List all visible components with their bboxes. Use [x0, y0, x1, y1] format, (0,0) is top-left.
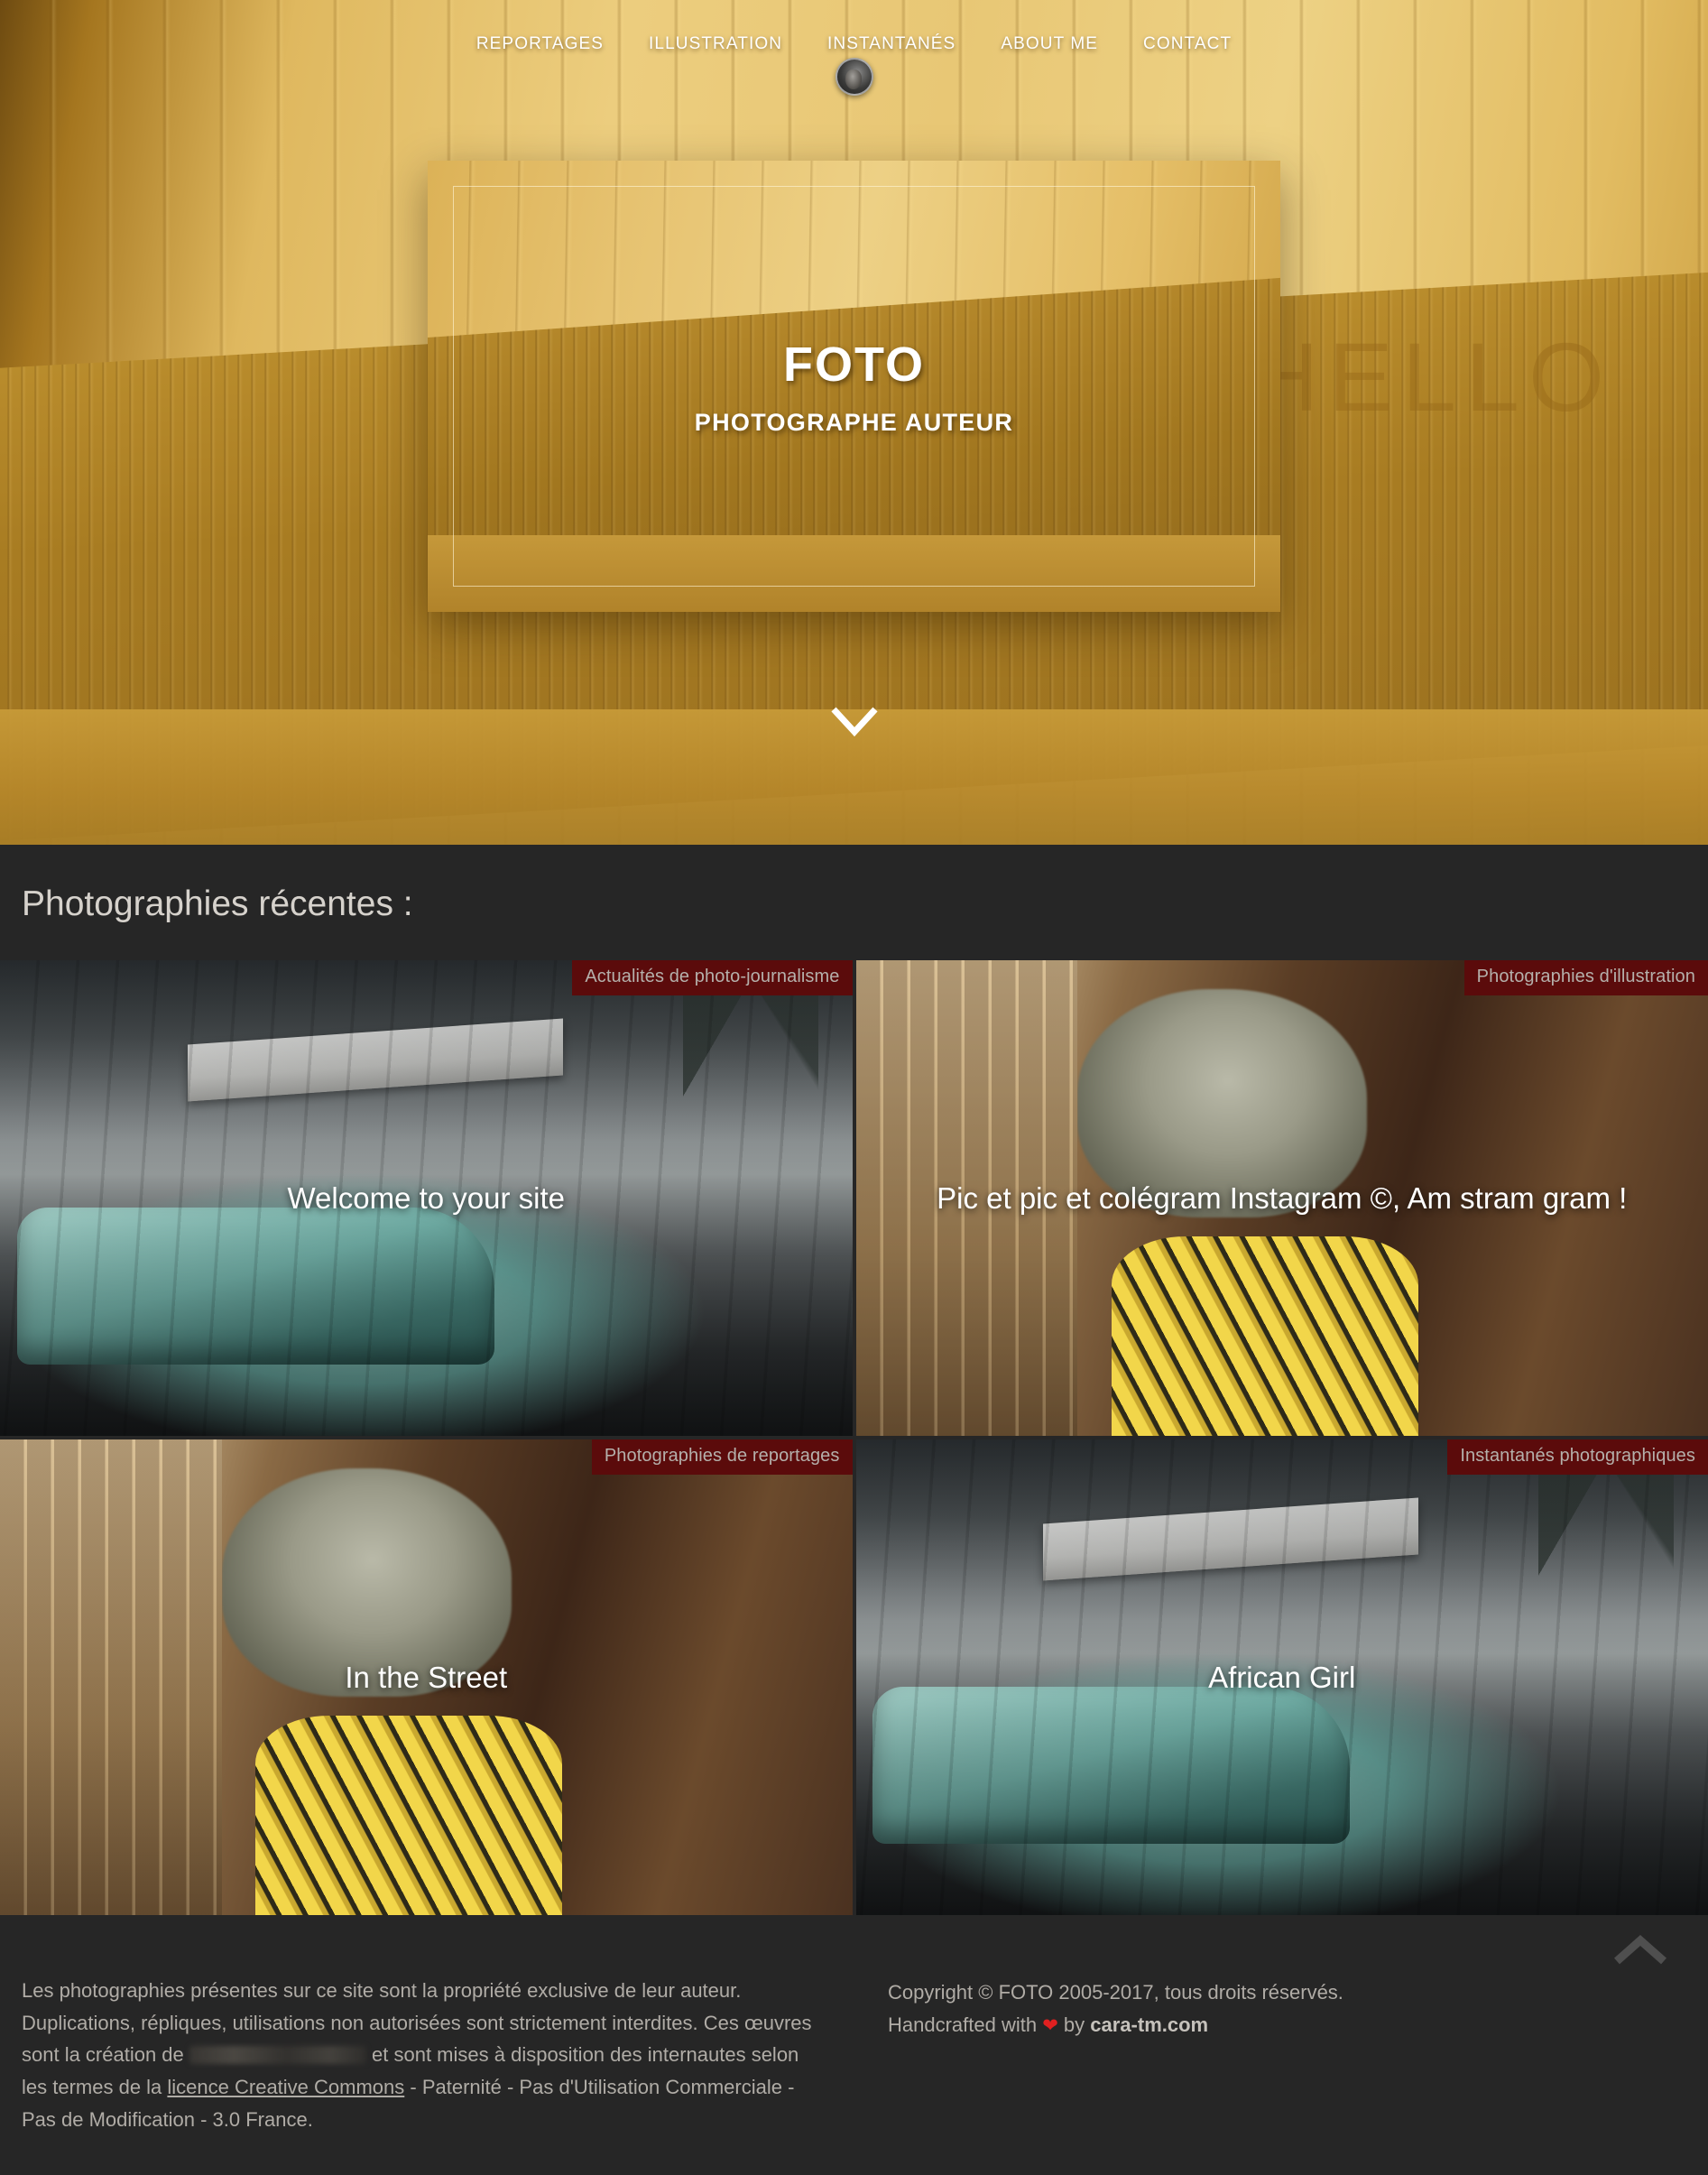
- site-subtitle: PHOTOGRAPHE AUTEUR: [695, 409, 1013, 437]
- nav-item-reportages[interactable]: REPORTAGES: [476, 34, 604, 54]
- decor-umbrella: [1043, 1498, 1418, 1581]
- gallery-tile-african-girl[interactable]: Instantanés photographiques African Girl: [856, 1439, 1708, 1915]
- gallery-grid: Actualités de photo-journalisme Welcome …: [0, 960, 1708, 1915]
- nav-item-about-me[interactable]: ABOUT ME: [1001, 34, 1098, 54]
- gallery-tile-instagram[interactable]: Photographies d'illustration Pic et pic …: [856, 960, 1708, 1436]
- tile-title: Pic et pic et colégram Instagram ©, Am s…: [856, 1181, 1708, 1216]
- tile-category-badge[interactable]: Actualités de photo-journalisme: [572, 960, 852, 995]
- redacted-author-name: [189, 2046, 366, 2064]
- tile-title: Welcome to your site: [0, 1181, 853, 1216]
- nav-item-instantanes[interactable]: INSTANTANÉS: [827, 34, 956, 54]
- handcrafted-prefix: Handcrafted with: [888, 2013, 1042, 2036]
- creative-commons-link[interactable]: licence Creative Commons: [167, 2076, 404, 2098]
- scroll-down-chevron-icon[interactable]: [829, 704, 880, 745]
- handcrafted-mid: by: [1058, 2013, 1090, 2036]
- site-footer: Les photographies présentes sur ce site …: [0, 1915, 1708, 2175]
- tile-category-badge[interactable]: Photographies d'illustration: [1464, 960, 1708, 995]
- hero-section: HELLO HELLO REPORTAGES ILLUSTRATION INST…: [0, 0, 1708, 845]
- gallery-tile-welcome[interactable]: Actualités de photo-journalisme Welcome …: [0, 960, 853, 1436]
- nav-item-illustration[interactable]: ILLUSTRATION: [649, 34, 782, 54]
- wall-text-hello-large: HELLO: [1249, 320, 1613, 433]
- footer-legal-column: Les photographies présentes sur ce site …: [22, 1975, 816, 2135]
- handcrafted-line: Handcrafted with ❤ by cara-tm.com: [888, 2009, 1686, 2041]
- tile-title: African Girl: [856, 1661, 1708, 1695]
- decor-umbrella: [188, 1019, 563, 1102]
- footer-copyright-column: Copyright © FOTO 2005-2017, tous droits …: [888, 1975, 1686, 2135]
- avatar-container: [0, 58, 1708, 96]
- hero-feature-card[interactable]: FOTO PHOTOGRAPHE AUTEUR: [428, 161, 1280, 612]
- heart-icon: ❤: [1042, 2015, 1058, 2036]
- brand-link[interactable]: cara-tm.com: [1090, 2013, 1208, 2036]
- footer-legal-text: Les photographies présentes sur ce site …: [22, 1975, 816, 2135]
- nav-item-contact[interactable]: CONTACT: [1143, 34, 1232, 54]
- recent-section-title: Photographies récentes :: [22, 884, 1708, 924]
- back-to-top-icon[interactable]: [1612, 1935, 1668, 1970]
- gallery-tile-in-the-street[interactable]: Photographies de reportages In the Stree…: [0, 1439, 853, 1915]
- tile-title: In the Street: [0, 1661, 853, 1695]
- main-navigation: REPORTAGES ILLUSTRATION INSTANTANÉS ABOU…: [0, 0, 1708, 54]
- tile-category-badge[interactable]: Instantanés photographiques: [1447, 1439, 1708, 1475]
- hero-title-group: FOTO PHOTOGRAPHE AUTEUR: [428, 161, 1280, 612]
- avatar[interactable]: [836, 58, 873, 96]
- copyright-line: Copyright © FOTO 2005-2017, tous droits …: [888, 1976, 1686, 2009]
- site-title: FOTO: [783, 337, 925, 393]
- tile-category-badge[interactable]: Photographies de reportages: [592, 1439, 853, 1475]
- recent-section-header: Photographies récentes :: [0, 845, 1708, 960]
